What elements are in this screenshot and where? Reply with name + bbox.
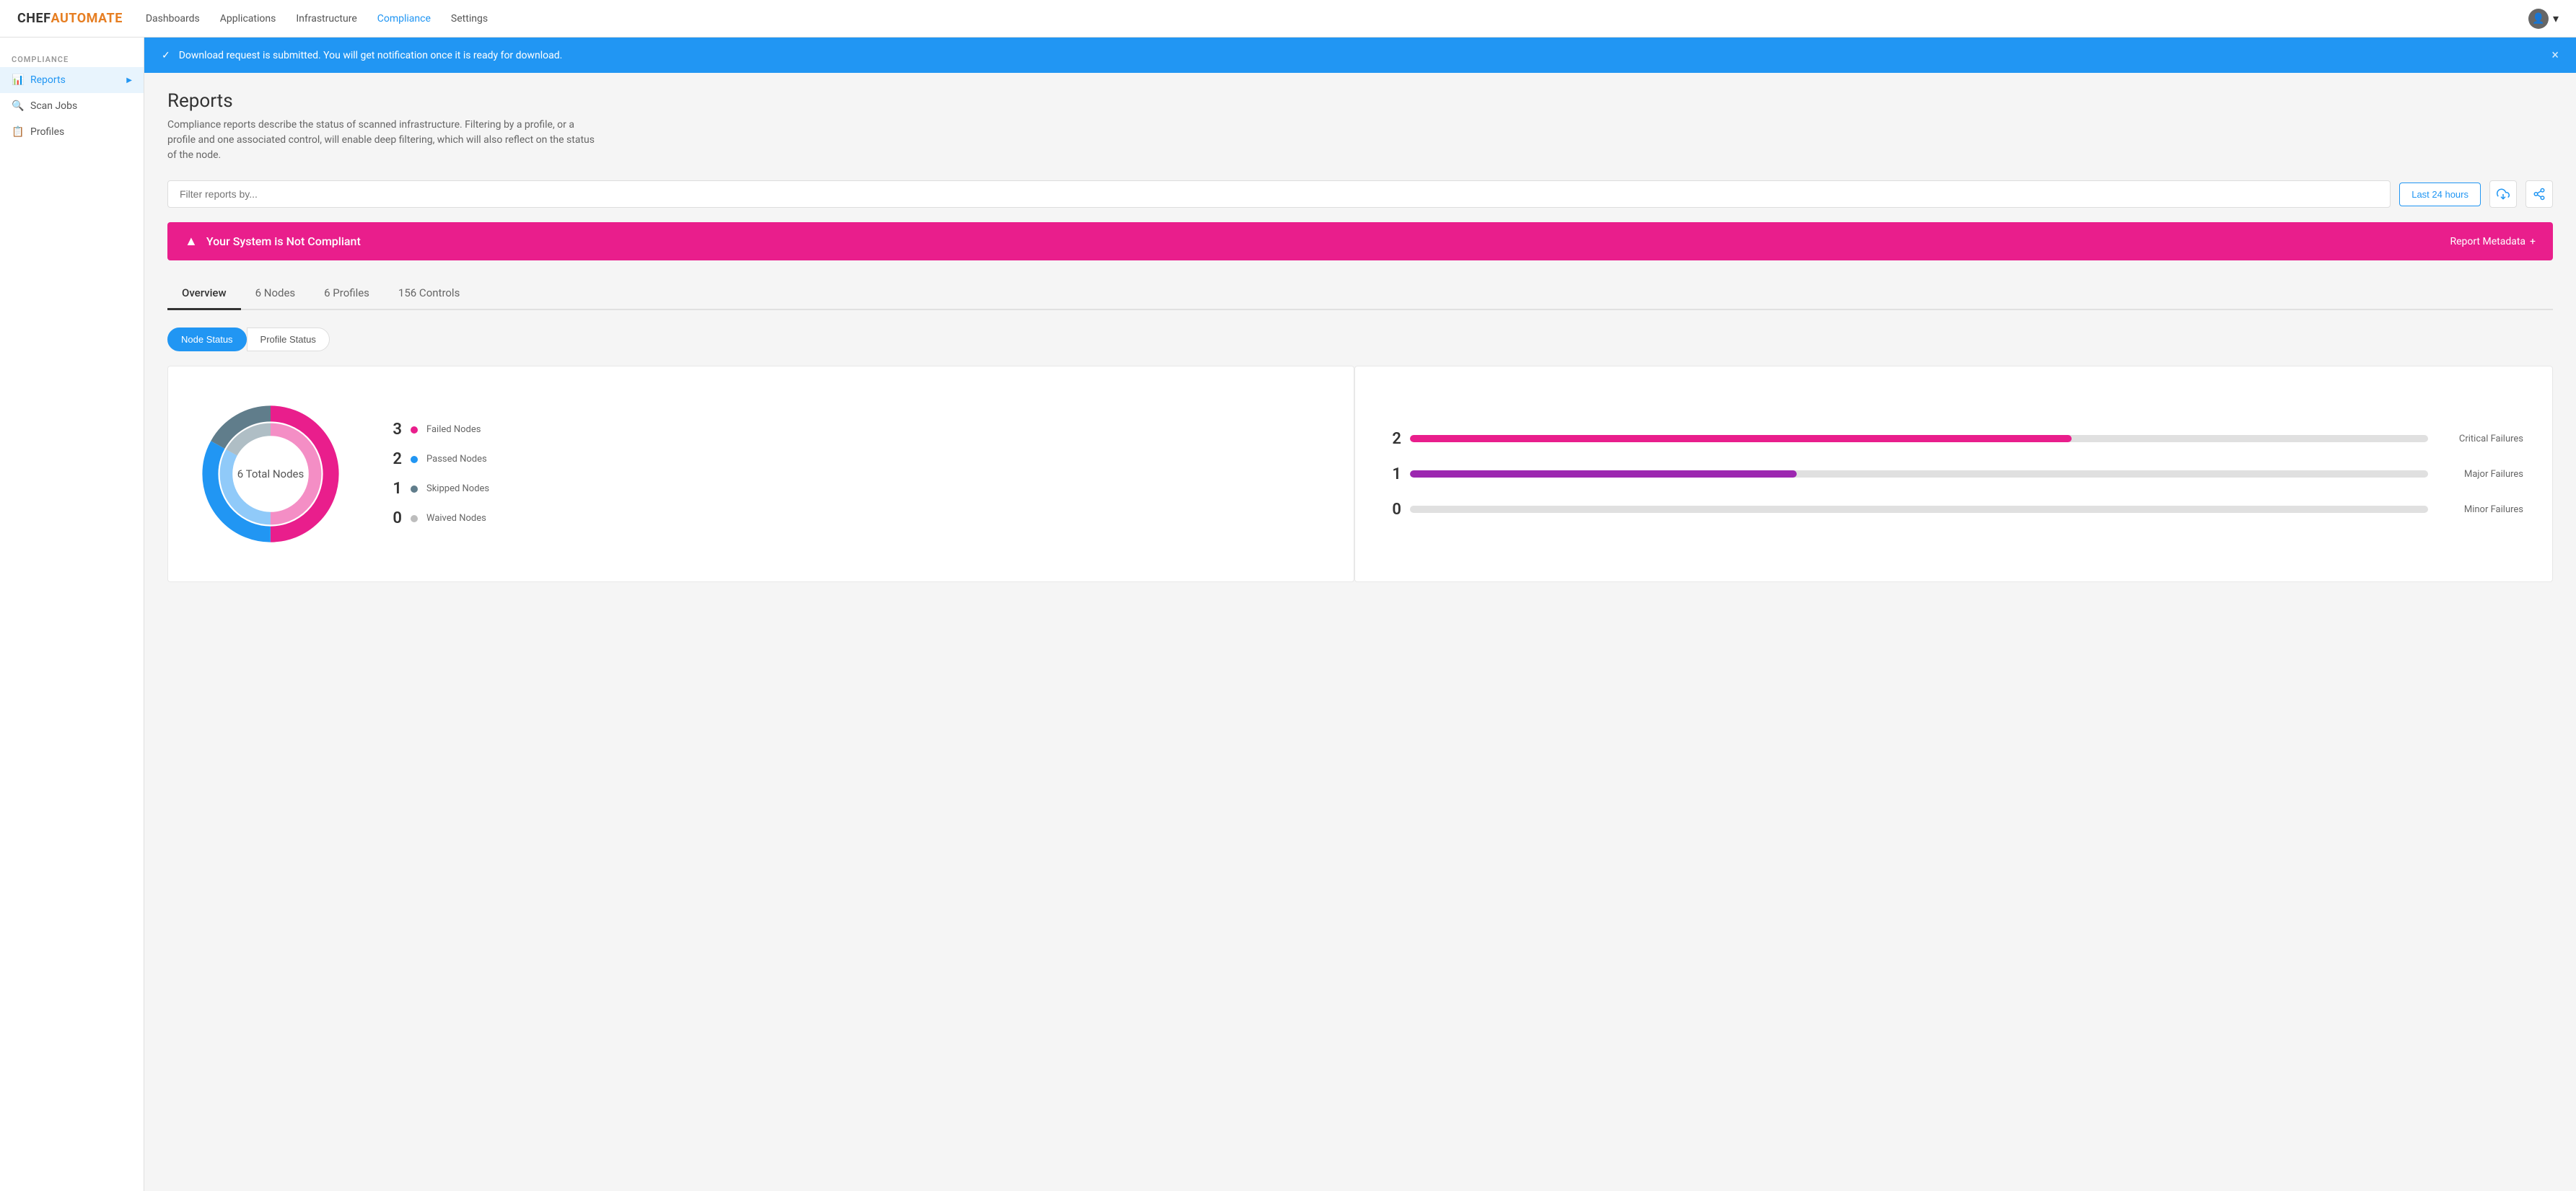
status-toggle: Node Status Profile Status <box>167 328 2553 351</box>
tab-profiles[interactable]: 6 Profiles <box>310 278 384 310</box>
time-range-button[interactable]: Last 24 hours <box>2399 183 2481 206</box>
bar-chart-card: 2 Critical Failures 1 Major Failures <box>1354 366 2553 582</box>
nav-settings[interactable]: Settings <box>451 13 488 25</box>
nav-infrastructure[interactable]: Infrastructure <box>296 13 356 25</box>
bar-label-minor: Minor Failures <box>2437 504 2523 515</box>
logo-automate: AUTOMATE <box>51 11 123 26</box>
legend-label-waived: Waived Nodes <box>426 513 486 524</box>
download-icon <box>2497 188 2510 201</box>
sidebar-item-label-reports: Reports <box>30 74 66 86</box>
logo: CHEFAUTOMATE <box>17 11 123 26</box>
bar-item-critical: 2 Critical Failures <box>1384 430 2523 448</box>
bar-track-critical <box>1410 435 2428 442</box>
profiles-icon: 📋 <box>12 126 23 138</box>
sidebar: COMPLIANCE 📊 Reports ▶ 🔍 Scan Jobs 📋 Pro… <box>0 38 144 1191</box>
download-button[interactable] <box>2489 180 2517 208</box>
layout: COMPLIANCE 📊 Reports ▶ 🔍 Scan Jobs 📋 Pro… <box>0 38 2576 1191</box>
bar-fill-major <box>1410 470 1797 478</box>
notification-message: Download request is submitted. You will … <box>179 50 563 61</box>
sidebar-item-label-profiles: Profiles <box>30 126 64 138</box>
legend: 3 Failed Nodes 2 Passed Nodes 1 S <box>385 421 489 527</box>
legend-value-passed: 2 <box>385 450 402 468</box>
donut-chart-card: 6 Total Nodes 3 Failed Nodes 2 Passed No… <box>167 366 1354 582</box>
skipped-dot <box>411 485 418 493</box>
bar-label-major: Major Failures <box>2437 469 2523 480</box>
legend-value-failed: 3 <box>385 421 402 439</box>
logo-chef: CHEF <box>17 11 51 26</box>
scan-jobs-icon: 🔍 <box>12 100 23 112</box>
main-content: ✓ Download request is submitted. You wil… <box>144 38 2576 1191</box>
legend-value-waived: 0 <box>385 509 402 527</box>
legend-item-skipped: 1 Skipped Nodes <box>385 480 489 498</box>
nav-compliance[interactable]: Compliance <box>377 13 431 25</box>
legend-value-skipped: 1 <box>385 480 402 498</box>
sidebar-item-label-scan-jobs: Scan Jobs <box>30 100 77 112</box>
nav-applications[interactable]: Applications <box>220 13 276 25</box>
bar-item-minor: 0 Minor Failures <box>1384 501 2523 519</box>
tab-overview[interactable]: Overview <box>167 278 241 310</box>
user-icon: 👤 <box>2528 9 2549 29</box>
page-description: Compliance reports describe the status o… <box>167 118 600 163</box>
reports-arrow: ▶ <box>126 76 132 84</box>
nav-user-chevron: ▾ <box>2553 12 2559 25</box>
sidebar-item-reports[interactable]: 📊 Reports ▶ <box>0 67 144 93</box>
bar-label-critical: Critical Failures <box>2437 434 2523 444</box>
bar-fill-critical <box>1410 435 2072 442</box>
charts-area: 6 Total Nodes 3 Failed Nodes 2 Passed No… <box>167 366 2553 582</box>
compliance-banner: ▲ Your System is Not Compliant Report Me… <box>167 222 2553 260</box>
bar-track-major <box>1410 470 2428 478</box>
report-metadata-plus: + <box>2530 236 2536 247</box>
filter-input[interactable] <box>167 180 2391 208</box>
top-nav: CHEFAUTOMATE Dashboards Applications Inf… <box>0 0 2576 38</box>
node-status-toggle[interactable]: Node Status <box>167 328 247 351</box>
sidebar-section-label: COMPLIANCE <box>0 49 144 67</box>
sidebar-item-scan-jobs[interactable]: 🔍 Scan Jobs <box>0 93 144 119</box>
legend-label-skipped: Skipped Nodes <box>426 483 489 494</box>
page-content: Reports Compliance reports describe the … <box>144 73 2576 599</box>
donut-container: 6 Total Nodes <box>191 395 350 553</box>
share-button[interactable] <box>2525 180 2553 208</box>
bar-track-minor <box>1410 506 2428 513</box>
waived-dot <box>411 515 418 522</box>
bar-value-major: 1 <box>1384 465 1401 483</box>
reports-icon: 📊 <box>12 74 23 86</box>
failed-dot <box>411 426 418 434</box>
notification-banner: ✓ Download request is submitted. You wil… <box>144 38 2576 73</box>
profile-status-toggle[interactable]: Profile Status <box>247 328 330 351</box>
legend-item-waived: 0 Waived Nodes <box>385 509 489 527</box>
filter-bar: Last 24 hours <box>167 180 2553 208</box>
notification-close-button[interactable]: × <box>2551 48 2559 63</box>
legend-label-failed: Failed Nodes <box>426 424 481 435</box>
legend-item-passed: 2 Passed Nodes <box>385 450 489 468</box>
passed-dot <box>411 456 418 463</box>
sidebar-item-profiles[interactable]: 📋 Profiles <box>0 119 144 145</box>
warning-icon: ▲ <box>185 234 198 249</box>
donut-center-label: 6 Total Nodes <box>237 467 304 480</box>
bar-value-critical: 2 <box>1384 430 1401 448</box>
nav-links: Dashboards Applications Infrastructure C… <box>146 13 2528 25</box>
tab-nodes[interactable]: 6 Nodes <box>241 278 310 310</box>
page-title: Reports <box>167 90 2553 112</box>
bar-item-major: 1 Major Failures <box>1384 465 2523 483</box>
report-metadata-label: Report Metadata <box>2450 236 2525 247</box>
bar-value-minor: 0 <box>1384 501 1401 519</box>
report-metadata-button[interactable]: Report Metadata + <box>2450 236 2536 247</box>
tabs: Overview 6 Nodes 6 Profiles 156 Controls <box>167 278 2553 310</box>
legend-label-passed: Passed Nodes <box>426 454 487 465</box>
compliance-message: Your System is Not Compliant <box>206 234 361 248</box>
share-icon <box>2533 188 2546 201</box>
notification-check-icon: ✓ <box>162 50 170 61</box>
nav-dashboards[interactable]: Dashboards <box>146 13 200 25</box>
legend-item-failed: 3 Failed Nodes <box>385 421 489 439</box>
nav-user[interactable]: 👤 ▾ <box>2528 9 2559 29</box>
tab-controls[interactable]: 156 Controls <box>384 278 474 310</box>
